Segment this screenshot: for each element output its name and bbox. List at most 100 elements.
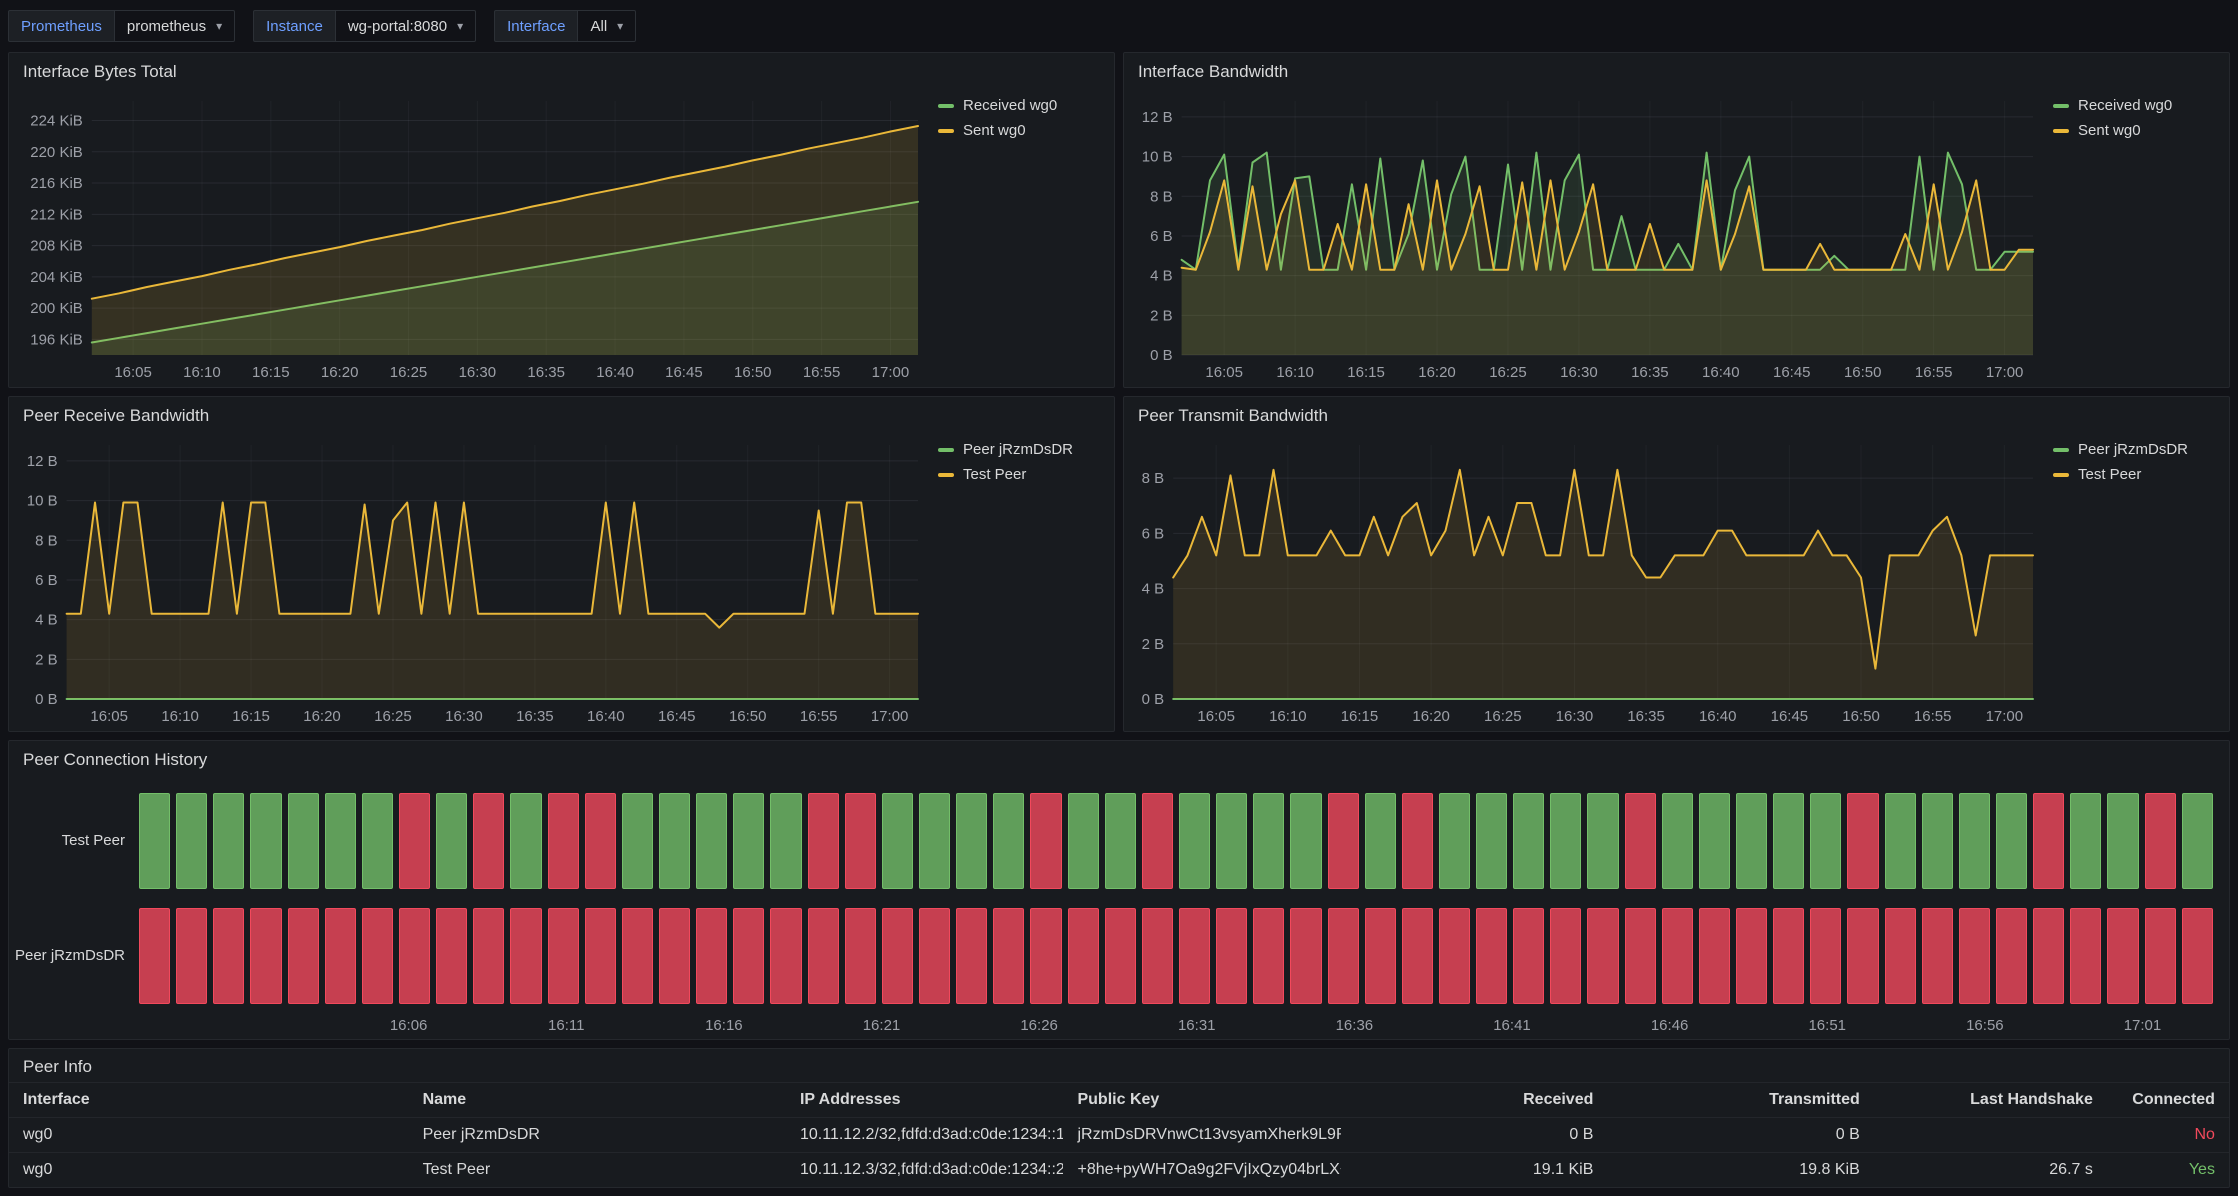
timeline-bar-disconnected[interactable] — [2182, 908, 2213, 1004]
timeline-bar-disconnected[interactable] — [213, 908, 244, 1004]
timeline-bar-connected[interactable] — [436, 793, 467, 889]
timeline-bar-disconnected[interactable] — [808, 908, 839, 1004]
timeline-bar-connected[interactable] — [1365, 793, 1396, 889]
timeline-bar-disconnected[interactable] — [1773, 908, 1804, 1004]
timeline-bar-connected[interactable] — [882, 793, 913, 889]
timeline-bar-connected[interactable] — [956, 793, 987, 889]
timeline-bar-connected[interactable] — [1253, 793, 1284, 889]
timeline-bar-disconnected[interactable] — [2145, 793, 2176, 889]
timeline-bar-disconnected[interactable] — [1885, 908, 1916, 1004]
timeline-bar-disconnected[interactable] — [1328, 793, 1359, 889]
timeline-bar-disconnected[interactable] — [845, 908, 876, 1004]
timeline-bar-disconnected[interactable] — [2033, 793, 2064, 889]
timeline-bar-disconnected[interactable] — [1142, 908, 1173, 1004]
timeline-bar-disconnected[interactable] — [399, 908, 430, 1004]
timeline-bar-connected[interactable] — [770, 793, 801, 889]
timeline-bar-connected[interactable] — [1105, 793, 1136, 889]
timeline-bar-connected[interactable] — [1439, 793, 1470, 889]
timeline-bar-disconnected[interactable] — [1216, 908, 1247, 1004]
timeline-bar-disconnected[interactable] — [1402, 793, 1433, 889]
timeline-bar-disconnected[interactable] — [1290, 908, 1321, 1004]
timeline-bar-disconnected[interactable] — [1922, 908, 1953, 1004]
timeline-bar-disconnected[interactable] — [808, 793, 839, 889]
timeline-bar-connected[interactable] — [1662, 793, 1693, 889]
variable-picker-interface[interactable]: All▾ — [577, 10, 636, 42]
timeline-bar-disconnected[interactable] — [733, 908, 764, 1004]
timeline-bar-disconnected[interactable] — [1550, 908, 1581, 1004]
column-header-name[interactable]: Name — [409, 1091, 786, 1109]
peer-transmit-bandwidth-chart[interactable]: 0 B2 B4 B6 B8 B16:0516:1016:1516:2016:25… — [1132, 433, 2043, 729]
timeline-bar-connected[interactable] — [2107, 793, 2138, 889]
timeline-bar-disconnected[interactable] — [362, 908, 393, 1004]
timeline-bar-disconnected[interactable] — [473, 908, 504, 1004]
timeline-bar-disconnected[interactable] — [1513, 908, 1544, 1004]
timeline-bar-disconnected[interactable] — [548, 908, 579, 1004]
column-header-connected[interactable]: Connected — [2107, 1091, 2229, 1109]
timeline-bar-disconnected[interactable] — [585, 908, 616, 1004]
timeline-bar-disconnected[interactable] — [1365, 908, 1396, 1004]
panel-title-peer-receive-bandwidth[interactable]: Peer Receive Bandwidth — [9, 397, 1114, 433]
legend-item-sent-wg0[interactable]: Sent wg0 — [938, 122, 1102, 139]
interface-bandwidth-chart[interactable]: 0 B2 B4 B6 B8 B10 B12 B16:0516:1016:1516… — [1132, 89, 2043, 385]
timeline-bar-connected[interactable] — [696, 793, 727, 889]
timeline-bar-disconnected[interactable] — [919, 908, 950, 1004]
timeline-bar-disconnected[interactable] — [1402, 908, 1433, 1004]
timeline-bar-connected[interactable] — [919, 793, 950, 889]
timeline-bar-disconnected[interactable] — [1587, 908, 1618, 1004]
timeline-bar-connected[interactable] — [176, 793, 207, 889]
timeline-bar-disconnected[interactable] — [993, 908, 1024, 1004]
timeline-bar-disconnected[interactable] — [2107, 908, 2138, 1004]
timeline-bar-disconnected[interactable] — [1736, 908, 1767, 1004]
timeline-bar-disconnected[interactable] — [436, 908, 467, 1004]
timeline-bar-connected[interactable] — [1513, 793, 1544, 889]
variable-picker-instance[interactable]: wg-portal:8080▾ — [335, 10, 476, 42]
panel-title-peer-info[interactable]: Peer Info — [9, 1049, 2229, 1082]
timeline-bar-disconnected[interactable] — [2145, 908, 2176, 1004]
timeline-bar-connected[interactable] — [1290, 793, 1321, 889]
timeline-bar-disconnected[interactable] — [1847, 908, 1878, 1004]
timeline-bar-disconnected[interactable] — [1847, 793, 1878, 889]
column-header-transmitted[interactable]: Transmitted — [1607, 1091, 1873, 1109]
timeline-bar-connected[interactable] — [1476, 793, 1507, 889]
timeline-bar-connected[interactable] — [1216, 793, 1247, 889]
timeline-bar-connected[interactable] — [362, 793, 393, 889]
timeline-bar-disconnected[interactable] — [548, 793, 579, 889]
legend-item-received-wg0[interactable]: Received wg0 — [938, 97, 1102, 114]
legend-item-test-peer[interactable]: Test Peer — [938, 466, 1102, 483]
legend-item-peer-jrzmdsdr[interactable]: Peer jRzmDsDR — [938, 441, 1102, 458]
timeline-bar-disconnected[interactable] — [882, 908, 913, 1004]
column-header-public-key[interactable]: Public Key — [1063, 1091, 1341, 1109]
timeline-bar-disconnected[interactable] — [1959, 908, 1990, 1004]
timeline-bar-connected[interactable] — [139, 793, 170, 889]
timeline-bar-disconnected[interactable] — [659, 908, 690, 1004]
legend-item-peer-jrzmdsdr[interactable]: Peer jRzmDsDR — [2053, 441, 2217, 458]
timeline-bar-disconnected[interactable] — [510, 908, 541, 1004]
timeline-bar-disconnected[interactable] — [1030, 793, 1061, 889]
timeline-bar-disconnected[interactable] — [1476, 908, 1507, 1004]
timeline-bar-disconnected[interactable] — [2070, 908, 2101, 1004]
timeline-bar-connected[interactable] — [1699, 793, 1730, 889]
timeline-bar-disconnected[interactable] — [585, 793, 616, 889]
timeline-bar-connected[interactable] — [1996, 793, 2027, 889]
timeline-bar-connected[interactable] — [733, 793, 764, 889]
timeline-bar-connected[interactable] — [1810, 793, 1841, 889]
timeline-bar-connected[interactable] — [1736, 793, 1767, 889]
timeline-bar-connected[interactable] — [993, 793, 1024, 889]
timeline-bar-disconnected[interactable] — [325, 908, 356, 1004]
timeline-bar-disconnected[interactable] — [1328, 908, 1359, 1004]
timeline-bar-disconnected[interactable] — [1105, 908, 1136, 1004]
legend-item-test-peer[interactable]: Test Peer — [2053, 466, 2217, 483]
panel-title-peer-transmit-bandwidth[interactable]: Peer Transmit Bandwidth — [1124, 397, 2229, 433]
timeline-bar-disconnected[interactable] — [288, 908, 319, 1004]
timeline-bar-disconnected[interactable] — [1625, 793, 1656, 889]
peer-receive-bandwidth-chart[interactable]: 0 B2 B4 B6 B8 B10 B12 B16:0516:1016:1516… — [17, 433, 928, 729]
timeline-bar-disconnected[interactable] — [1662, 908, 1693, 1004]
panel-title-peer-connection-history[interactable]: Peer Connection History — [9, 741, 2229, 777]
variable-picker-prometheus[interactable]: prometheus▾ — [114, 10, 235, 42]
panel-title-interface-bandwidth[interactable]: Interface Bandwidth — [1124, 53, 2229, 89]
timeline-bar-connected[interactable] — [622, 793, 653, 889]
timeline-bar-connected[interactable] — [1179, 793, 1210, 889]
timeline-bar-connected[interactable] — [1068, 793, 1099, 889]
timeline-bar-disconnected[interactable] — [250, 908, 281, 1004]
timeline-bar-disconnected[interactable] — [770, 908, 801, 1004]
